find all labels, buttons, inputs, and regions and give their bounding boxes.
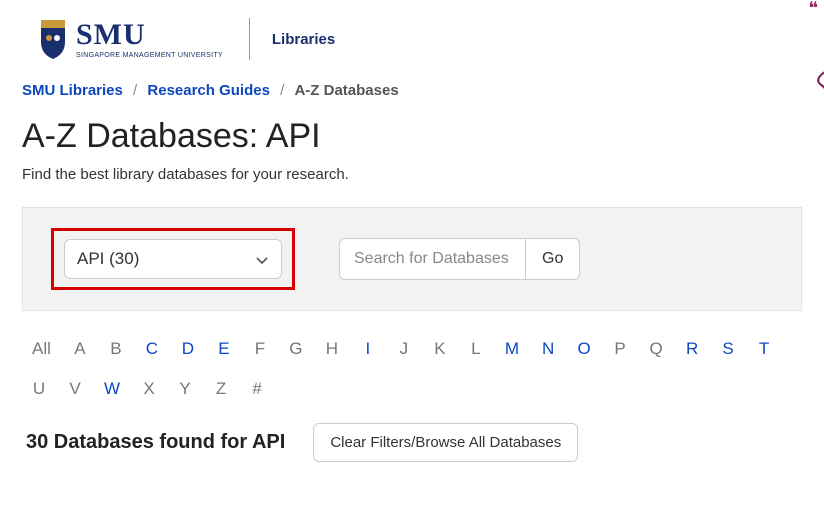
alpha-item-q: Q xyxy=(649,339,663,359)
alpha-item-f: F xyxy=(253,339,267,359)
breadcrumb-sep: / xyxy=(280,82,284,99)
filter-bar: API (30) Go xyxy=(22,207,802,311)
alpha-item-u: U xyxy=(32,379,46,399)
category-select-value: API (30) xyxy=(77,249,139,269)
alpha-item-i[interactable]: I xyxy=(361,339,375,359)
category-select[interactable]: API (30) xyxy=(64,239,282,279)
alpha-item-a: A xyxy=(73,339,87,359)
search-go-button[interactable]: Go xyxy=(525,238,580,280)
alpha-item-all: All xyxy=(32,339,51,359)
alpha-item-p: P xyxy=(613,339,627,359)
alpha-item-n[interactable]: N xyxy=(541,339,555,359)
breadcrumb-sep: / xyxy=(133,82,137,99)
alpha-filter: All A B C D E F G H I J K L M N O P Q R S T U V W X Y Z # xyxy=(22,339,802,423)
logo-main-text: SMU xyxy=(76,20,223,50)
alpha-item-z: Z xyxy=(214,379,228,399)
page-title: A-Z Databases: API xyxy=(22,117,802,156)
clear-filters-button[interactable]: Clear Filters/Browse All Databases xyxy=(313,423,578,462)
breadcrumb-research-guides[interactable]: Research Guides xyxy=(147,82,270,99)
header-divider xyxy=(249,18,250,60)
alpha-item-t[interactable]: T xyxy=(757,339,771,359)
decorative-mark-icon: ❝ xyxy=(808,0,818,19)
search-group: Go xyxy=(339,238,580,280)
chevron-down-icon xyxy=(255,252,269,266)
alpha-item-h: H xyxy=(325,339,339,359)
alpha-item-d[interactable]: D xyxy=(181,339,195,359)
alpha-item-x: X xyxy=(142,379,156,399)
site-header: SMU SINGAPORE MANAGEMENT UNIVERSITY Libr… xyxy=(22,12,802,78)
breadcrumb-current: A-Z Databases xyxy=(294,82,398,99)
alpha-item-#: # xyxy=(250,379,264,399)
decorative-swirl-icon xyxy=(810,68,824,101)
alpha-item-w[interactable]: W xyxy=(104,379,120,399)
alpha-item-v: V xyxy=(68,379,82,399)
alpha-item-m[interactable]: M xyxy=(505,339,519,359)
alpha-item-c[interactable]: C xyxy=(145,339,159,359)
alpha-item-e[interactable]: E xyxy=(217,339,231,359)
alpha-item-k: K xyxy=(433,339,447,359)
filter-select-highlight: API (30) xyxy=(51,228,295,290)
breadcrumb: SMU Libraries / Research Guides / A-Z Da… xyxy=(22,78,802,109)
libraries-label[interactable]: Libraries xyxy=(272,31,335,48)
alpha-item-y: Y xyxy=(178,379,192,399)
page-subtitle: Find the best library databases for your… xyxy=(22,166,802,183)
alpha-item-b: B xyxy=(109,339,123,359)
alpha-item-o[interactable]: O xyxy=(577,339,591,359)
alpha-item-r[interactable]: R xyxy=(685,339,699,359)
alpha-item-l: L xyxy=(469,339,483,359)
alpha-item-s[interactable]: S xyxy=(721,339,735,359)
shield-icon xyxy=(38,18,68,60)
logo-sub-text: SINGAPORE MANAGEMENT UNIVERSITY xyxy=(76,52,223,59)
results-count: 30 Databases found for API xyxy=(26,431,285,454)
alpha-item-j: J xyxy=(397,339,411,359)
alpha-item-g: G xyxy=(289,339,303,359)
breadcrumb-smu-libraries[interactable]: SMU Libraries xyxy=(22,82,123,99)
results-row: 30 Databases found for API Clear Filters… xyxy=(22,423,802,462)
smu-logo[interactable]: SMU SINGAPORE MANAGEMENT UNIVERSITY xyxy=(38,18,223,60)
database-search-input[interactable] xyxy=(339,238,525,280)
